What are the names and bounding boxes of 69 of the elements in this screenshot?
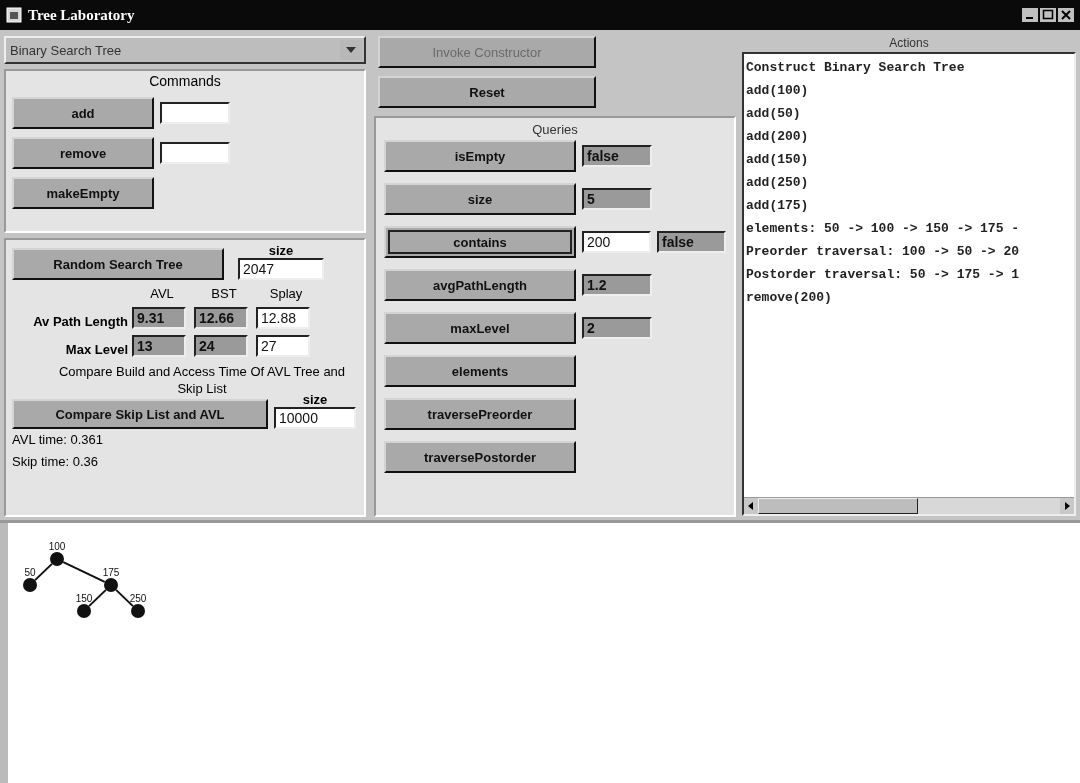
query-button[interactable]: avgPathLength <box>384 269 576 301</box>
window-icon <box>6 7 22 23</box>
column-header: AVL <box>149 286 175 301</box>
value-field[interactable]: 12.88 <box>256 307 310 329</box>
value-field[interactable]: 13 <box>132 335 186 357</box>
query-button[interactable]: contains <box>384 226 576 258</box>
log-line: remove(200) <box>746 289 833 307</box>
minimize-icon[interactable] <box>1022 8 1038 22</box>
window-title: Tree Laboratory <box>28 6 135 24</box>
result-text: Skip time: 0.36 <box>12 453 99 471</box>
result-field[interactable]: false <box>582 145 652 167</box>
reset-button[interactable]: Reset <box>378 76 596 108</box>
maximize-icon[interactable] <box>1040 8 1056 22</box>
tree-node: 250 <box>129 593 147 618</box>
input-field[interactable]: 200 <box>582 231 651 253</box>
log-line: add(175) <box>746 197 810 215</box>
value-field[interactable]: 24 <box>194 335 248 357</box>
log-line: elements: 50 -> 100 -> 150 -> 175 - <box>746 220 1021 238</box>
log-line: add(100) <box>746 82 810 100</box>
log-line: Construct Binary Search Tree <box>746 59 966 77</box>
log-line: Postorder traversal: 50 -> 175 -> 1 <box>746 266 1021 284</box>
query-button[interactable]: isEmpty <box>384 140 576 172</box>
query-button[interactable]: maxLevel <box>384 312 576 344</box>
log-line: add(50) <box>746 105 802 123</box>
size-field[interactable]: 10000 <box>274 407 356 429</box>
horizontal-scrollbar[interactable] <box>744 497 1074 514</box>
tree-node: 175 <box>102 567 120 592</box>
result-field[interactable]: false <box>657 231 726 253</box>
scrollbar-thumb[interactable] <box>758 498 918 514</box>
value-field[interactable]: 12.66 <box>194 307 248 329</box>
size-label: size <box>302 393 328 407</box>
query-button[interactable]: size <box>384 183 576 215</box>
query-button[interactable]: traversePostorder <box>384 441 576 473</box>
input-field[interactable] <box>160 142 230 164</box>
size-label: size <box>268 244 294 258</box>
row-label: Max Level <box>64 342 129 357</box>
scroll-right-icon[interactable] <box>1060 498 1074 514</box>
command-button[interactable]: remove <box>12 137 154 169</box>
column-header: Splay <box>268 286 304 301</box>
column-header: BST <box>210 286 238 301</box>
input-field[interactable] <box>160 102 230 124</box>
result-field[interactable]: 5 <box>582 188 652 210</box>
log-line: add(200) <box>746 128 810 146</box>
compare-caption: Compare Build and Access Time Of AVL Tree and Skip List <box>57 363 347 396</box>
result-field[interactable]: 1.2 <box>582 274 652 296</box>
row-label: Av Path Length <box>32 314 129 329</box>
random-search-tree-button[interactable]: Random Search Tree <box>12 248 224 280</box>
result-field[interactable]: 2 <box>582 317 652 339</box>
result-text: AVL time: 0.361 <box>12 431 105 449</box>
command-button[interactable]: add <box>12 97 154 129</box>
tree-type-dropdown[interactable]: Binary Search Tree <box>4 36 366 64</box>
tree-edge <box>34 562 53 582</box>
log-line: add(150) <box>746 151 810 169</box>
query-button[interactable]: traversePreorder <box>384 398 576 430</box>
log-line: Preorder traversal: 100 -> 50 -> 20 <box>746 243 1021 261</box>
query-button[interactable]: elements <box>384 355 576 387</box>
panel-title: Commands <box>148 73 222 89</box>
value-field[interactable]: 27 <box>256 335 310 357</box>
log-line: add(250) <box>746 174 810 192</box>
close-icon[interactable] <box>1058 8 1074 22</box>
panel-title: Queries <box>531 122 579 137</box>
tree-node: 100 <box>48 541 66 566</box>
value-field[interactable]: 9.31 <box>132 307 186 329</box>
command-button[interactable]: makeEmpty <box>12 177 154 209</box>
size-field[interactable]: 2047 <box>238 258 324 280</box>
panel-title: Actions <box>888 36 930 52</box>
compare-button[interactable]: Compare Skip List and AVL <box>12 399 268 429</box>
scroll-left-icon[interactable] <box>744 498 758 514</box>
tree-node: 150 <box>75 593 93 618</box>
